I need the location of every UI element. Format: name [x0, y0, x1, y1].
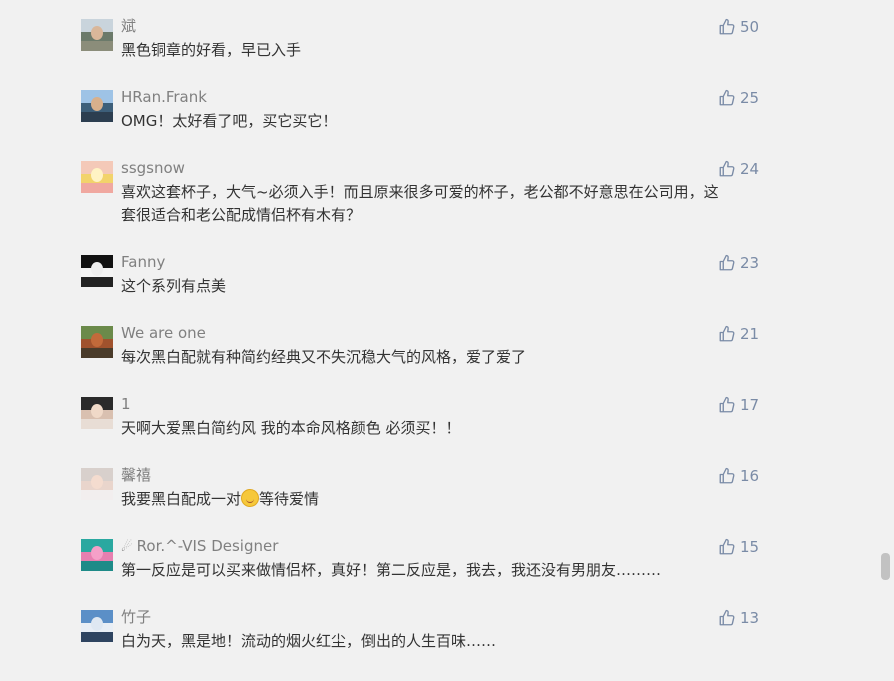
- like-count: 23: [740, 254, 760, 272]
- avatar[interactable]: [81, 161, 113, 193]
- comment-username[interactable]: 馨禧: [121, 465, 151, 485]
- comment-username[interactable]: Fanny: [121, 252, 165, 272]
- comment-text: 这个系列有点美: [121, 277, 227, 295]
- comment-text: 黑色铜章的好看，早已入手: [121, 41, 302, 59]
- comment-text: 我要黑白配成一对 等待爱情: [121, 488, 733, 511]
- thumbs-up-icon: [719, 396, 735, 413]
- avatar[interactable]: [81, 610, 113, 642]
- avatar[interactable]: [81, 468, 113, 500]
- thumbs-up-icon: [719, 538, 735, 555]
- like-button[interactable]: 25: [718, 88, 759, 108]
- comment-text: 白为天，黑是地！流动的烟火红尘，倒出的人生百味……: [121, 632, 497, 650]
- like-button[interactable]: 17: [718, 395, 759, 415]
- avatar[interactable]: [81, 90, 113, 122]
- comment-text: 第一反应是可以买来做情侣杯，真好！第二反应是，我去，我还没有男朋友………: [121, 561, 662, 579]
- comment-text: OMG！太好看了吧，买它买它！: [121, 112, 338, 130]
- avatar[interactable]: [81, 19, 113, 51]
- like-count: 13: [740, 609, 760, 627]
- comet-icon: ☄: [121, 540, 133, 555]
- avatar[interactable]: [81, 397, 113, 429]
- like-count: 25: [740, 89, 760, 107]
- comment-username[interactable]: HRan.Frank: [121, 87, 207, 107]
- comment-item: ☄ Ror.^-VIS Designer 第一反应是可以买来做情侣杯，真好！第二反…: [81, 536, 761, 607]
- thumbs-up-icon: [719, 89, 735, 106]
- comment-item: 斌 黑色铜章的好看，早已入手 50: [81, 16, 761, 87]
- avatar[interactable]: [81, 255, 113, 287]
- thumbs-up-icon: [719, 467, 735, 484]
- comment-username[interactable]: 斌: [121, 16, 136, 36]
- comment-text: 喜欢这套杯子，大气~必须入手！而且原来很多可爱的杯子，老公都不好意思在公司用，这…: [121, 183, 719, 224]
- like-count: 24: [740, 160, 760, 178]
- like-count: 50: [740, 18, 760, 36]
- like-button[interactable]: 13: [718, 608, 759, 628]
- comment-item: HRan.Frank OMG！太好看了吧，买它买它！ 25: [81, 87, 761, 158]
- comment-item: 1 天啊大爱黑白简约风 我的本命风格颜色 必须买！！ 17: [81, 394, 761, 465]
- thumbs-up-icon: [719, 609, 735, 626]
- like-count: 21: [740, 325, 760, 343]
- like-count: 15: [740, 538, 760, 556]
- scrollbar-thumb[interactable]: [881, 553, 890, 580]
- comment-item: ssgsnow 喜欢这套杯子，大气~必须入手！而且原来很多可爱的杯子，老公都不好…: [81, 158, 761, 252]
- comment-list: 斌 黑色铜章的好看，早已入手 50 HRan.Frank OMG！太好看了吧，买…: [81, 16, 761, 678]
- comment-username[interactable]: ☄ Ror.^-VIS Designer: [121, 536, 278, 558]
- comment-text: 天啊大爱黑白简约风 我的本命风格颜色 必须买！！: [121, 419, 461, 437]
- smile-emoji-icon: [241, 489, 260, 507]
- comment-username[interactable]: 竹子: [121, 607, 151, 627]
- comment-text: 每次黑白配就有种简约经典又不失沉稳大气的风格，爱了爱了: [121, 348, 527, 366]
- comment-item: Fanny 这个系列有点美 23: [81, 252, 761, 323]
- comment-username[interactable]: 1: [121, 394, 131, 414]
- like-button[interactable]: 50: [718, 17, 759, 37]
- thumbs-up-icon: [719, 18, 735, 35]
- avatar[interactable]: [81, 326, 113, 358]
- like-count: 16: [740, 467, 760, 485]
- like-count: 17: [740, 396, 760, 414]
- comment-username[interactable]: We are one: [121, 323, 206, 343]
- thumbs-up-icon: [719, 254, 735, 271]
- avatar[interactable]: [81, 539, 113, 571]
- comment-item: 竹子 白为天，黑是地！流动的烟火红尘，倒出的人生百味…… 13: [81, 607, 761, 678]
- like-button[interactable]: 15: [718, 537, 759, 557]
- like-button[interactable]: 16: [718, 466, 759, 486]
- thumbs-up-icon: [719, 325, 735, 342]
- comment-item: We are one 每次黑白配就有种简约经典又不失沉稳大气的风格，爱了爱了 2…: [81, 323, 761, 394]
- comment-username-text: Ror.^-VIS Designer: [136, 537, 279, 555]
- thumbs-up-icon: [719, 160, 735, 177]
- comment-text-part: 等待爱情: [259, 490, 320, 508]
- like-button[interactable]: 21: [718, 324, 759, 344]
- comment-text-part: 我要黑白配成一对: [121, 490, 242, 508]
- like-button[interactable]: 24: [718, 159, 759, 179]
- comment-username[interactable]: ssgsnow: [121, 158, 185, 178]
- like-button[interactable]: 23: [718, 253, 759, 273]
- comment-item: 馨禧 我要黑白配成一对 等待爱情 16: [81, 465, 761, 536]
